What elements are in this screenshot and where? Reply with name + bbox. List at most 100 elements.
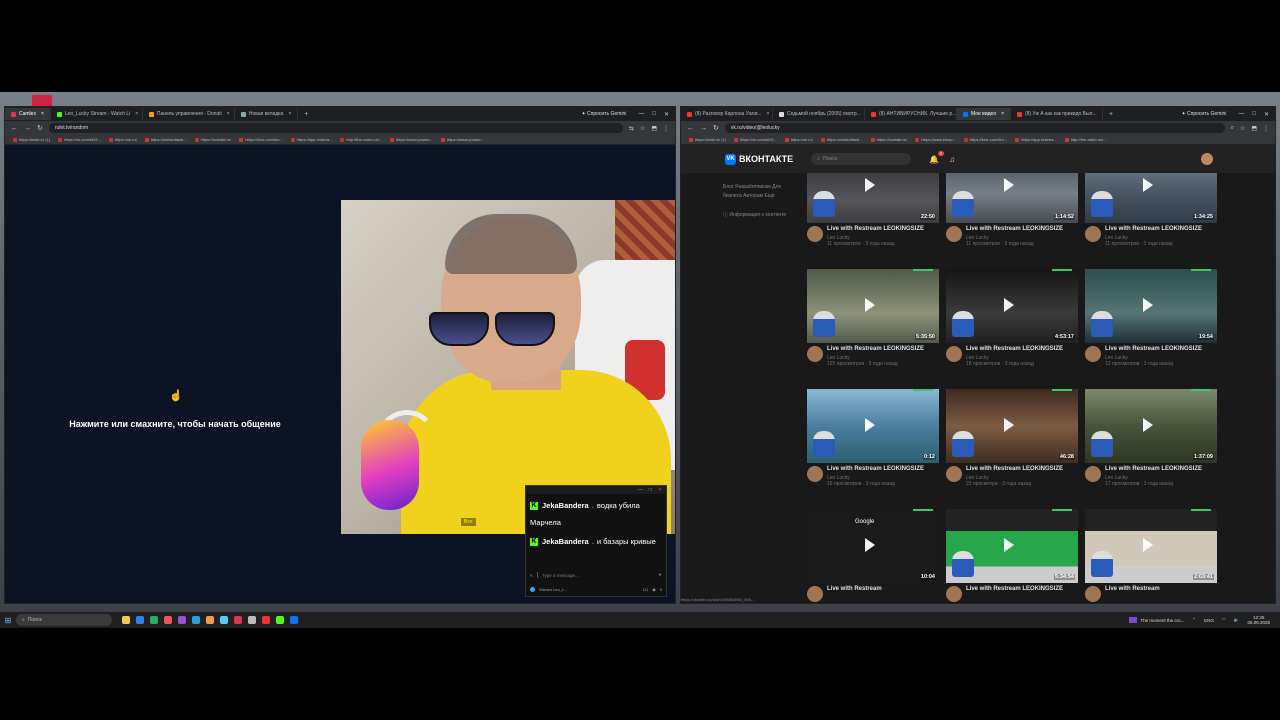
vk-search-input[interactable]: ⌕ Поиск	[811, 153, 912, 165]
bookmark-item[interactable]: https://kick.com/leo...	[239, 137, 283, 142]
bell-icon[interactable]: 🔔 7	[929, 150, 945, 164]
video-card[interactable]: 22:50 Live with Restream LEOKINGSIZE Leo L…	[807, 173, 939, 247]
avatar[interactable]	[1085, 346, 1101, 362]
play-icon[interactable]	[865, 538, 875, 552]
windows-start-icon[interactable]: ⊞	[0, 616, 16, 625]
reload-icon[interactable]: ↻	[713, 124, 719, 132]
video-card[interactable]: 19:54 Live with Restream LEOKINGSIZE Leo L…	[1085, 269, 1217, 367]
video-card[interactable]: 1:34:25 Live with Restream LEOKINGSIZE Leo…	[1085, 173, 1217, 247]
reload-icon[interactable]: ↻	[37, 124, 43, 132]
taskbar-app-icon[interactable]	[122, 616, 130, 624]
forward-icon[interactable]: →	[24, 125, 31, 132]
tab-close-icon[interactable]: ×	[288, 111, 291, 117]
video-thumbnail[interactable]: 5:34:54	[946, 509, 1078, 583]
bookmark-item[interactable]: https://www.youtub...	[440, 137, 484, 142]
minimize-icon[interactable]: —	[638, 487, 643, 493]
content-info-link[interactable]: ⓘ Информация о контенте	[723, 211, 793, 220]
browser-tab[interactable]: Leo_Lucky Stream - Watch Li ×	[51, 108, 143, 120]
video-title[interactable]: Live with Restream LEOKINGSIZE	[966, 466, 1063, 474]
star-icon[interactable]: ☆	[1240, 125, 1245, 132]
play-icon[interactable]	[1004, 298, 1014, 312]
vk-footer-link[interactable]: Ещё	[764, 193, 774, 199]
play-icon[interactable]	[1004, 178, 1014, 192]
bookmark-item[interactable]: https://www.youtub...	[390, 137, 433, 142]
vk-footer-link[interactable]: Авторам	[743, 193, 764, 199]
play-icon[interactable]	[1004, 538, 1014, 552]
tab-close-icon[interactable]: ×	[767, 111, 770, 117]
menu-icon[interactable]: ⋮	[1263, 125, 1269, 132]
bookmark-item[interactable]: https://app.restrea...	[1015, 137, 1057, 142]
video-thumbnail[interactable]: 5:35:50	[807, 269, 939, 343]
bookmark-item[interactable]: https://www.kinop...	[915, 137, 956, 142]
taskbar-app-icon[interactable]	[150, 616, 158, 624]
video-title[interactable]: Live with Restream LEOKINGSIZE	[966, 226, 1063, 234]
taskbar-app-icon[interactable]	[192, 616, 200, 624]
video-card[interactable]: 1:37:09 Live with Restream LEOKINGSIZE Leo…	[1085, 389, 1217, 487]
browser-tab[interactable]: Camlex ×	[5, 108, 51, 120]
video-card[interactable]: Google 10:04 Live with Restream	[807, 509, 939, 602]
avatar[interactable]	[807, 466, 823, 482]
start-hint[interactable]: Нажмите или смахните, чтобы начать общен…	[45, 419, 305, 429]
video-card[interactable]: 0:12 Live with Restream LEOKINGSIZE Leo Lu…	[807, 389, 939, 487]
bookmark-item[interactable]: https://vk.com/id19...	[58, 137, 101, 142]
play-icon[interactable]	[865, 178, 875, 192]
vk-footer-link[interactable]: Блог	[723, 184, 735, 190]
bookmark-item[interactable]: https://mail.ru/ (1)	[689, 137, 726, 142]
video-thumbnail[interactable]: 2:03:41	[1085, 509, 1217, 583]
close-icon[interactable]: ✕	[658, 487, 662, 493]
video-card[interactable]: 5:35:50 Live with Restream LEOKINGSIZE Leo…	[807, 269, 939, 367]
taskbar-app-icon[interactable]	[220, 616, 228, 624]
browser-tab[interactable]: Седьмой ноябрь (2005) смотр...×	[773, 108, 865, 120]
send-icon[interactable]: ➤	[658, 572, 662, 578]
browser-tab[interactable]: (8) Уж А как как прикидо Был...×	[1011, 108, 1104, 120]
forward-icon[interactable]: →	[700, 125, 707, 132]
browser-tab[interactable]: (8) АНТИВИРУСНИК. Лучшие р...×	[865, 108, 957, 120]
bookmark-item[interactable]: http://the-radio.ru/i...	[1064, 137, 1107, 142]
back-icon[interactable]: ←	[687, 125, 694, 132]
clock[interactable]: 12:25 06.06.2025	[1247, 615, 1270, 625]
chat-username[interactable]: JekaBandera	[542, 537, 589, 546]
taskbar-app-icon[interactable]	[290, 616, 298, 624]
avatar[interactable]	[946, 466, 962, 482]
avatar[interactable]	[807, 586, 823, 602]
video-title[interactable]: Live with Restream LEOKINGSIZE	[966, 586, 1063, 594]
avatar[interactable]	[807, 226, 823, 242]
extensions-icon[interactable]: ⬒	[651, 125, 657, 132]
avatar[interactable]	[1201, 153, 1213, 165]
stream-label[interactable]: Stream Leo_L...	[539, 587, 567, 592]
video-thumbnail[interactable]: 46:28	[946, 389, 1078, 463]
video-title[interactable]: Live with Restream LEOKINGSIZE	[827, 346, 924, 354]
chat-username[interactable]: JekaBandera	[542, 501, 589, 510]
taskbar-app-icon[interactable]	[136, 616, 144, 624]
bookmark-item[interactable]: https://kick.com/leo...	[963, 137, 1007, 142]
video-card[interactable]: 4:53:17 Live with Restream LEOKINGSIZE Leo…	[946, 269, 1078, 367]
bookmark-item[interactable]: https://worldoftank...	[820, 137, 863, 142]
close-icon[interactable]: ✕	[664, 111, 669, 118]
bookmark-item[interactable]: https://kontakt.ru/	[870, 137, 907, 142]
taskbar-app-icon[interactable]	[206, 616, 214, 624]
video-card[interactable]: 1:14:52 Live with Restream LEOKINGSIZE Leo…	[946, 173, 1078, 247]
tray-chevron-icon[interactable]: ⌃	[1192, 617, 1196, 623]
gemini-button[interactable]: ✦ Спросить Gemini	[575, 111, 632, 117]
maximize-icon[interactable]: □	[649, 487, 652, 493]
video-thumbnail[interactable]: 4:53:17	[946, 269, 1078, 343]
bookmark-item[interactable]: https://vk.com/id19...	[734, 137, 777, 142]
maximize-icon[interactable]: □	[652, 111, 656, 118]
avatar[interactable]	[946, 226, 962, 242]
network-icon[interactable]: ◠	[1222, 617, 1226, 623]
video-title[interactable]: Live with Restream LEOKINGSIZE	[827, 226, 924, 234]
vk-logo[interactable]: VK ВКОНТАКТЕ	[725, 153, 793, 165]
avatar[interactable]	[946, 586, 962, 602]
menu-icon[interactable]: ⋮	[663, 125, 669, 132]
browser-tab[interactable]: Панель управления - Donati ×	[143, 108, 235, 120]
video-thumbnail[interactable]: 1:34:25	[1085, 173, 1217, 223]
music-icon[interactable]: ♫	[949, 155, 955, 164]
video-title[interactable]: Live with Restream	[827, 586, 882, 594]
lang-indicator[interactable]: ENG	[1204, 618, 1214, 623]
volume-icon[interactable]: 🔈	[1234, 617, 1240, 623]
minimize-icon[interactable]: —	[1238, 111, 1244, 118]
video-thumbnail[interactable]: 19:54	[1085, 269, 1217, 343]
avatar[interactable]	[1085, 586, 1101, 602]
video-title[interactable]: Live with Restream LEOKINGSIZE	[966, 346, 1063, 354]
video-title[interactable]: Live with Restream LEOKINGSIZE	[827, 466, 924, 474]
